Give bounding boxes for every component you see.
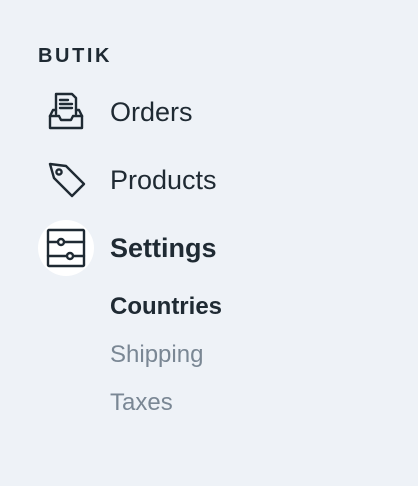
sidebar-item-products[interactable]: Products	[38, 152, 368, 208]
sidebar-item-orders-label: Orders	[110, 97, 193, 127]
tag-icon	[38, 152, 94, 208]
settings-subitem-countries[interactable]: Countries	[110, 292, 222, 322]
sidebar-item-settings[interactable]: Settings	[38, 220, 368, 276]
settings-subitem-taxes[interactable]: Taxes	[110, 388, 173, 418]
sliders-icon	[38, 220, 94, 276]
settings-subitem-shipping[interactable]: Shipping	[110, 340, 203, 370]
brand-title: BUTIK	[38, 45, 113, 67]
sidebar-item-orders[interactable]: Orders	[38, 84, 368, 140]
sidebar: BUTIK Orders Products Settings Countries…	[0, 0, 418, 486]
inbox-document-icon	[38, 84, 94, 140]
sidebar-item-settings-label: Settings	[110, 233, 217, 263]
sidebar-item-products-label: Products	[110, 165, 217, 195]
